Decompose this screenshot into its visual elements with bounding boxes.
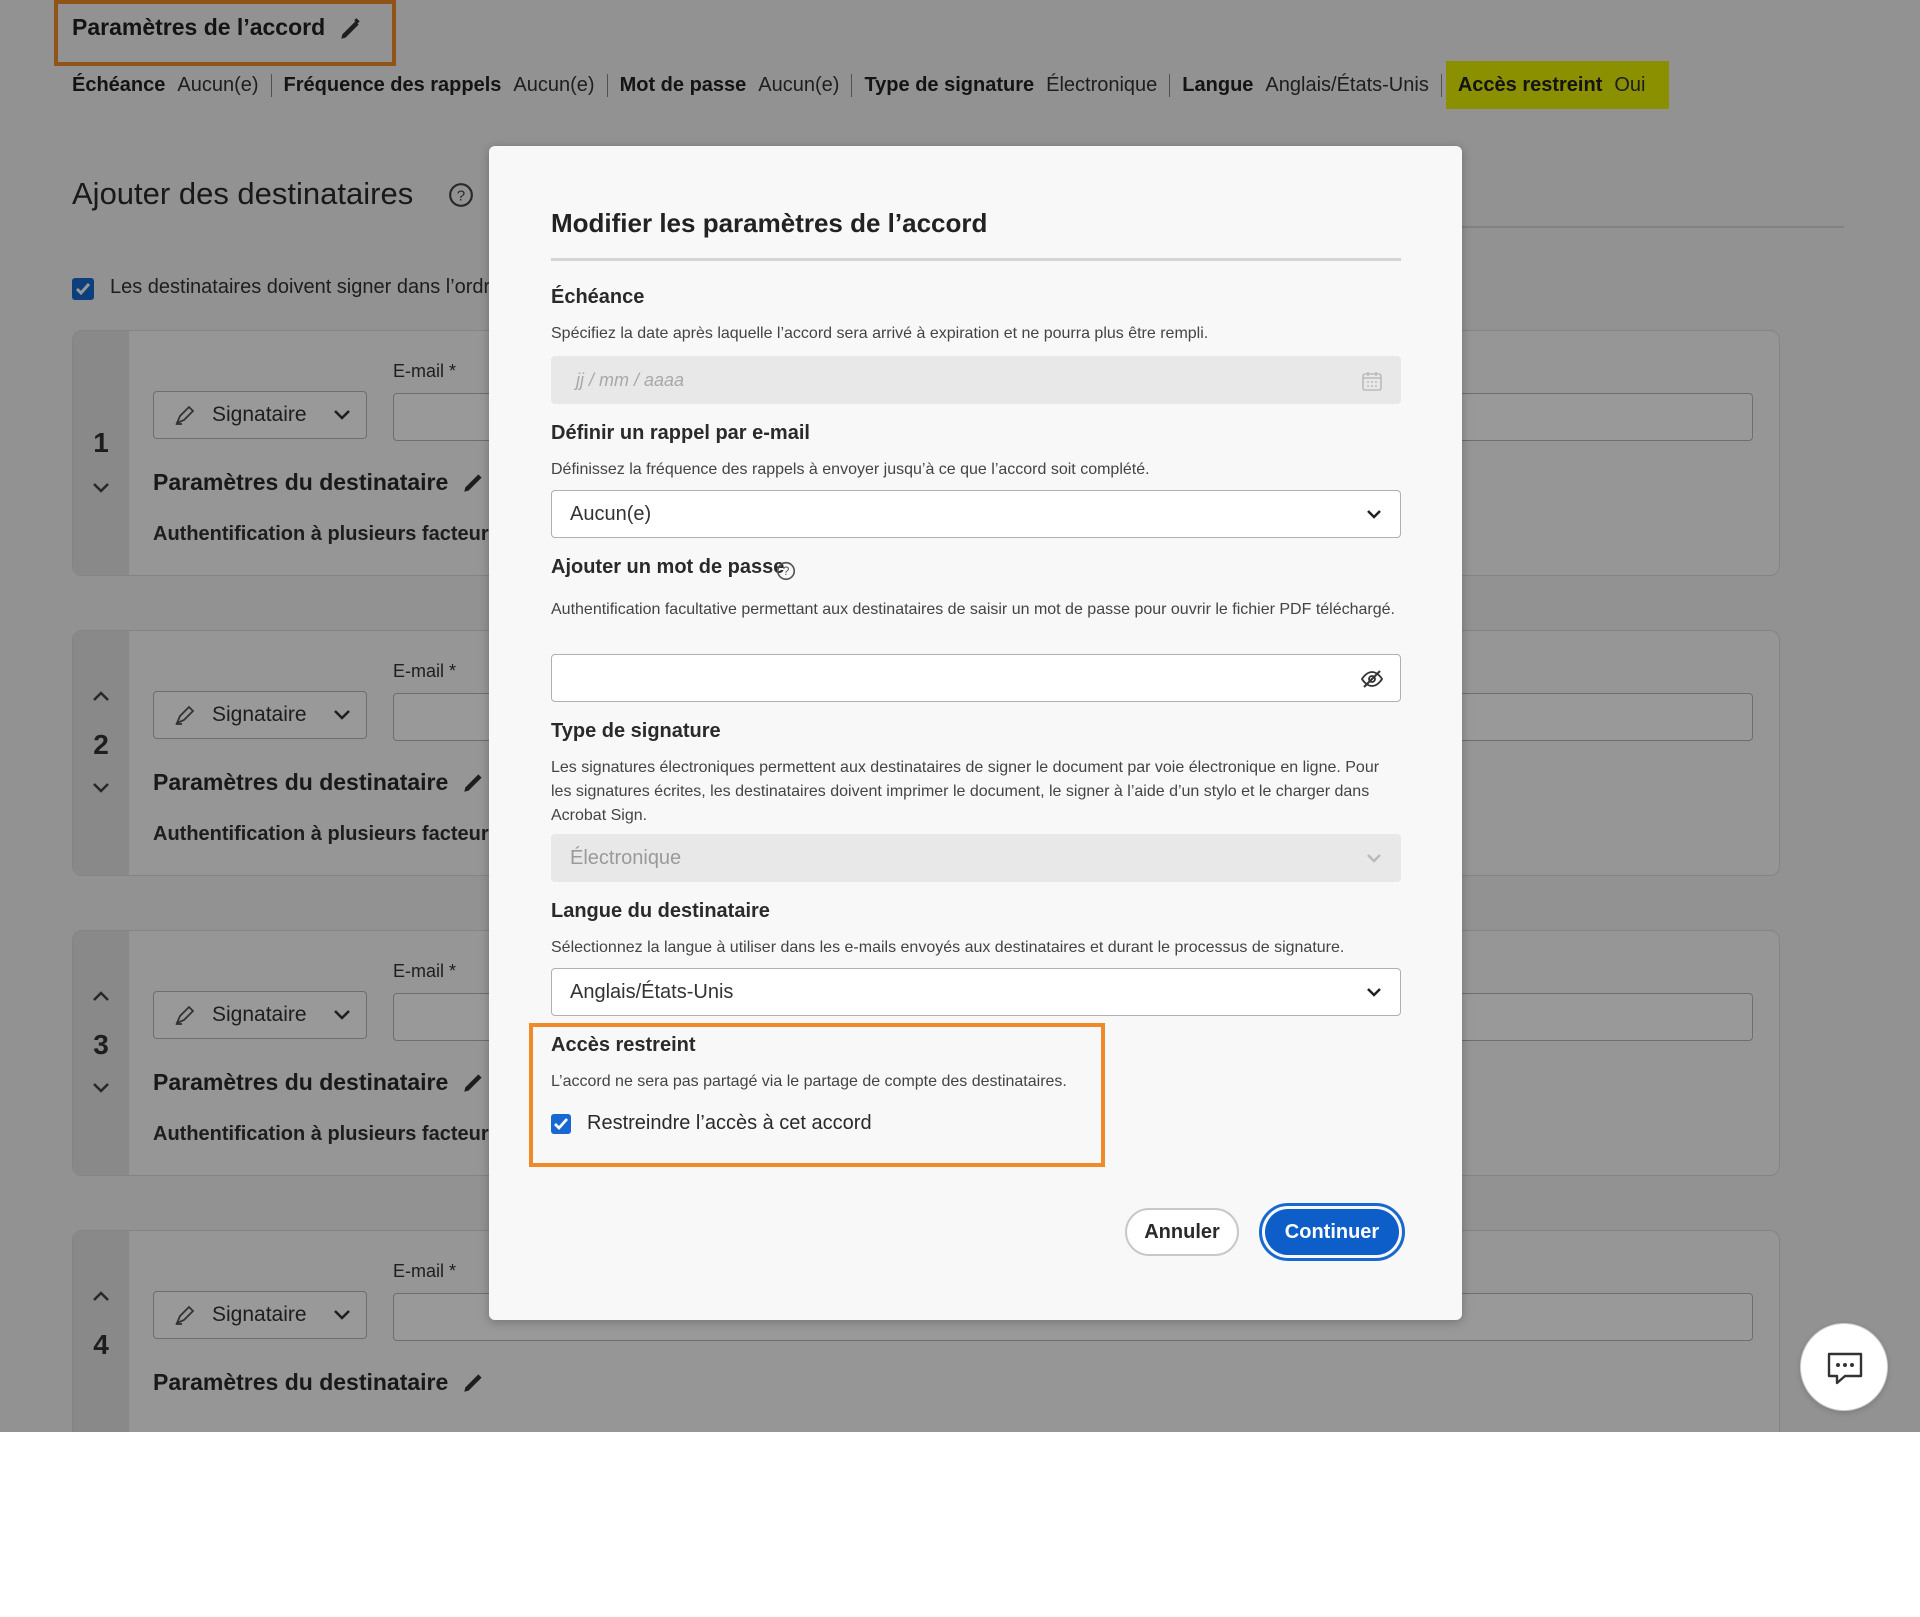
edit-agreement-settings-dialog: Modifier les paramètres de l’accord Éché… [489,146,1462,1320]
restrict-access-label[interactable]: Restreindre l’accès à cet accord [587,1112,872,1135]
language-value: Anglais/États-Unis [570,980,734,1003]
language-heading: Langue du destinataire [551,900,770,922]
continue-button[interactable]: Continuer [1265,1209,1399,1255]
reminder-value: Aucun(e) [570,502,652,525]
chevron-down-icon [1367,988,1381,997]
signature-type-select: Électronique [551,834,1401,882]
deadline-heading: Échéance [551,286,645,308]
date-placeholder: jj / mm / aaaa [576,369,685,390]
reminder-description: Définissez la fréquence des rappels à en… [551,461,1150,478]
reminder-heading: Définir un rappel par e-mail [551,422,810,444]
chat-icon [1827,1352,1863,1385]
deadline-description: Spécifiez la date après laquelle l’accor… [551,325,1209,342]
calendar-icon[interactable] [1360,369,1384,393]
checkmark-icon [554,1118,569,1131]
signature-type-heading: Type de signature [551,720,721,742]
chat-button[interactable] [1800,1323,1888,1411]
deadline-date-input[interactable]: jj / mm / aaaa [551,356,1401,404]
password-input[interactable] [551,654,1401,702]
restrict-access-checkbox[interactable] [551,1114,571,1134]
eye-off-icon[interactable] [1360,667,1384,691]
signature-type-value: Électronique [570,846,682,869]
restricted-description: L’accord ne sera pas partagé via le part… [551,1073,1067,1090]
reminder-select[interactable]: Aucun(e) [551,490,1401,538]
dialog-divider [551,258,1401,261]
signature-type-description: Les signatures électroniques permettent … [551,759,1380,824]
help-icon[interactable]: ? [775,560,797,582]
password-heading: Ajouter un mot de passe [551,556,785,578]
svg-text:?: ? [783,564,790,578]
chevron-down-icon [1367,510,1381,519]
restricted-heading: Accès restreint [551,1034,696,1056]
dialog-title: Modifier les paramètres de l’accord [551,208,988,238]
language-select[interactable]: Anglais/États-Unis [551,968,1401,1016]
password-description: Authentification facultative permettant … [551,601,1395,618]
language-description: Sélectionnez la langue à utiliser dans l… [551,939,1345,956]
cancel-button[interactable]: Annuler [1125,1208,1239,1256]
background-page: Paramètres de l’accord Échéance Aucun(e) … [0,0,1920,1432]
chevron-down-icon [1367,854,1381,863]
